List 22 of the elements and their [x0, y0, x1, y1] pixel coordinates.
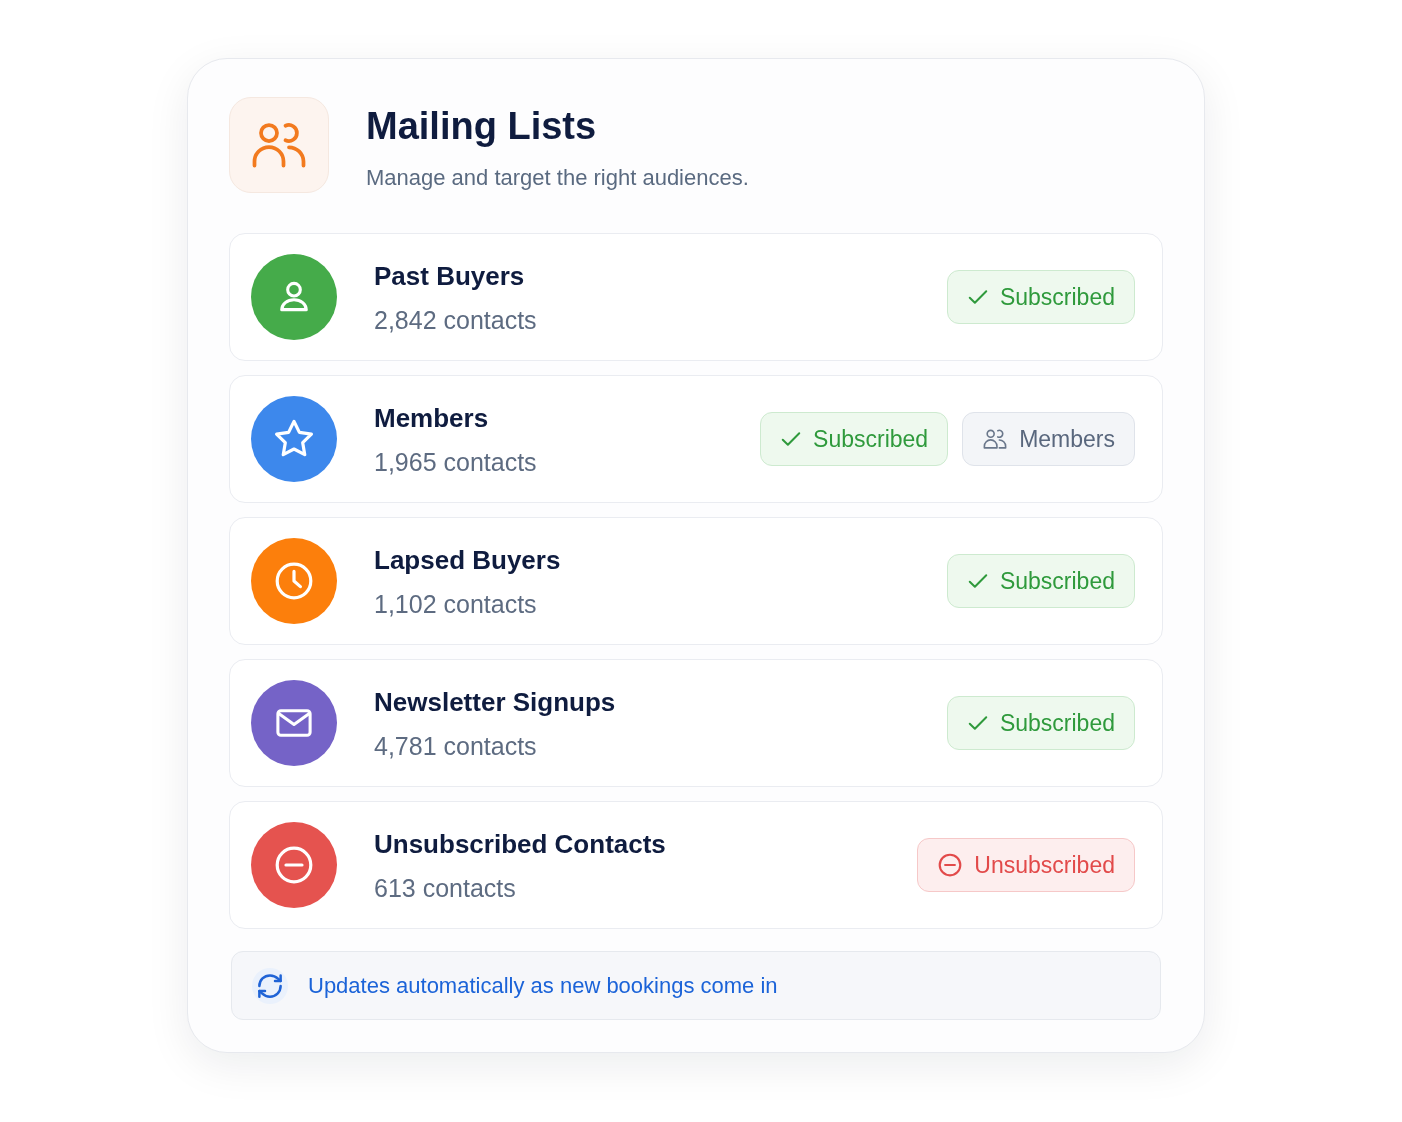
list-name: Lapsed Buyers [374, 543, 561, 576]
minus-circle-icon [937, 852, 964, 878]
contact-count: 1,965 contacts [374, 446, 537, 477]
list-name: Newsletter Signups [374, 685, 616, 718]
list-name: Past Buyers [374, 259, 525, 292]
contact-count: 613 contacts [374, 872, 516, 903]
status-label: Subscribed [999, 567, 1115, 596]
page-title: Mailing Lists [366, 104, 598, 149]
contact-count: 4,781 contacts [374, 730, 537, 761]
status-label: Subscribed [999, 283, 1115, 312]
refresh-icon [252, 967, 288, 1004]
page-subtitle: Manage and target the right audiences. [366, 164, 749, 192]
status-label: Subscribed [813, 425, 929, 454]
info-text: Updates automatically as new bookings come in [308, 971, 778, 1000]
list-name: Unsubscribed Contacts [374, 827, 666, 860]
status-label: Subscribed [999, 709, 1115, 738]
contact-count: 2,842 contacts [374, 304, 537, 335]
users-icon [229, 97, 329, 193]
list-name: Members [374, 401, 489, 434]
status-label: Unsubscribed [974, 851, 1115, 880]
status-label: Members [1019, 425, 1115, 454]
contact-count: 1,102 contacts [374, 588, 537, 619]
